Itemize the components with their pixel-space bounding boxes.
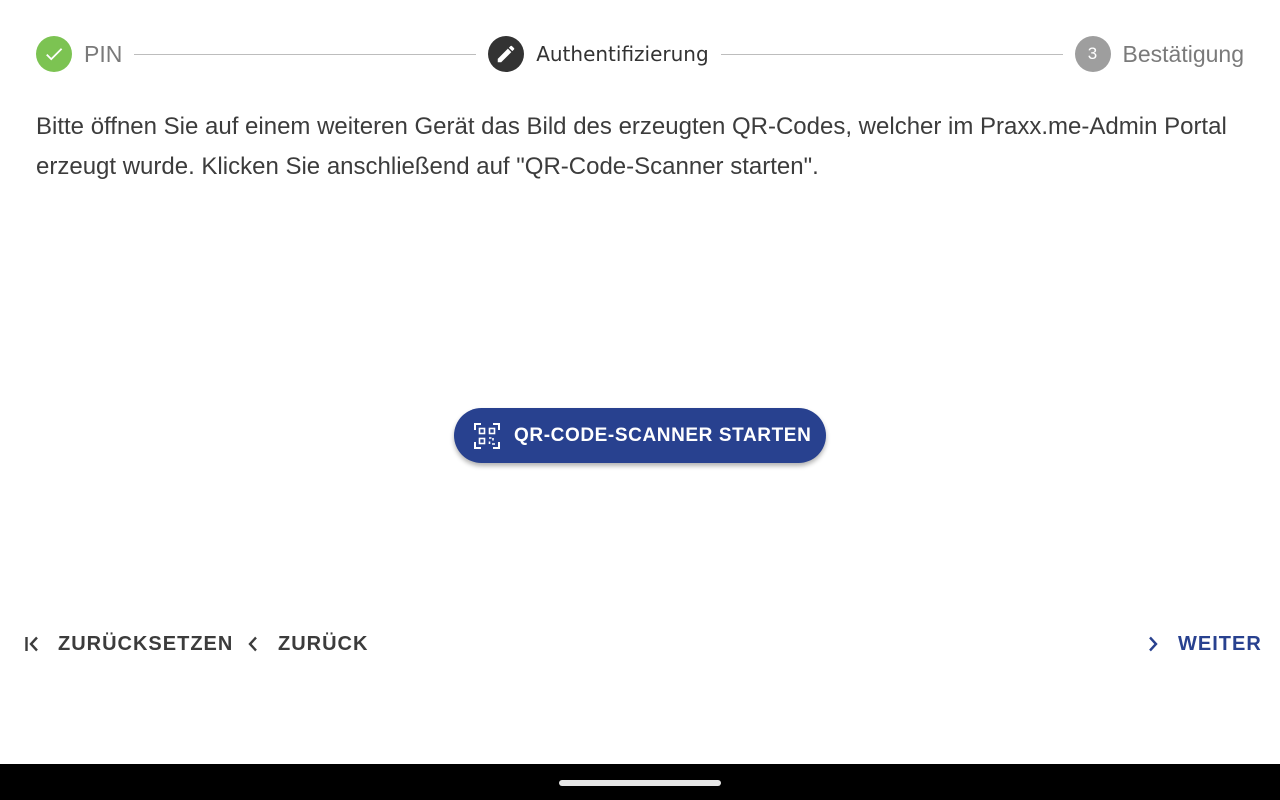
step-connector [720,53,1063,55]
step-pin[interactable]: PIN [36,36,122,72]
start-qr-scanner-button[interactable]: QR-CODE-SCANNER STARTEN [454,408,826,463]
step-authentifizierung-label: Authentifizierung [536,42,709,66]
system-navigation-bar [0,764,1280,800]
step-bestaetigung-label: Bestätigung [1122,40,1244,67]
step-authentifizierung-badge [488,36,525,72]
step-pin-badge [36,36,72,72]
next-label: WEITER [1178,632,1262,655]
step-connector [134,53,477,55]
start-qr-scanner-label: QR-CODE-SCANNER STARTEN [514,424,812,446]
check-icon [46,48,63,61]
step-bestaetigung[interactable]: 3 Bestätigung [1074,36,1244,72]
back-button[interactable]: ZURÜCK [242,628,368,660]
back-label: ZURÜCK [278,632,369,655]
first-page-icon [22,633,44,655]
chevron-right-icon [1142,633,1164,655]
step-authentifizierung[interactable]: Authentifizierung [488,36,709,72]
reset-button[interactable]: ZURÜCKSETZEN [22,628,233,660]
qr-code-scanner-icon [474,422,500,449]
home-indicator[interactable] [559,780,721,786]
step-bestaetigung-badge: 3 [1074,36,1111,72]
next-button[interactable]: WEITER [1142,628,1262,660]
pencil-icon [497,45,515,63]
reset-label: ZURÜCKSETZEN [58,632,234,655]
chevron-left-icon [242,633,264,655]
step-pin-label: PIN [84,40,123,67]
stepper: PIN Authentifizierung 3 Bestätigung [36,36,1244,72]
instruction-text: Bitte öffnen Sie auf einem weiteren Gerä… [36,113,1227,180]
page: PIN Authentifizierung 3 Bestätigung Bitt… [0,0,1280,800]
